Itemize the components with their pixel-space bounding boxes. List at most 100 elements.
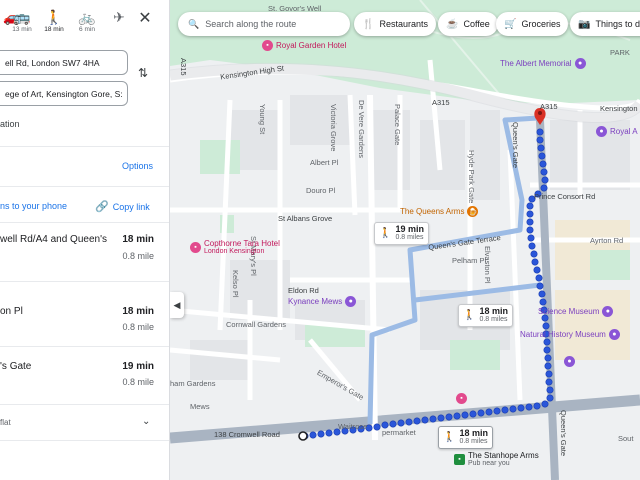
route-option-2[interactable]: on Pl 18 min 0.8 mile <box>0 306 169 346</box>
mode-flights[interactable]: ✈ <box>105 8 133 26</box>
poi-label: Royal A <box>610 127 638 136</box>
poi-queens-arms[interactable]: The Queens Arms 🍺 <box>400 206 479 217</box>
chip-groceries[interactable]: 🛒 Groceries <box>496 12 569 36</box>
mode-label: 13 min <box>12 26 32 33</box>
route-box-alt-2[interactable]: 🚶 18 min 0.8 miles <box>458 304 513 328</box>
label-hyde-park-gate: Hyde Park Gate <box>467 150 476 204</box>
label-albert-pl: Albert Pl <box>310 158 339 167</box>
copy-link-button[interactable]: 🔗 Copy link <box>95 200 150 213</box>
label-cromwell-road: 138 Cromwell Road <box>214 430 280 439</box>
label-ham-gardens: ham Gardens <box>170 379 216 388</box>
route-box-time: 18 min <box>459 428 488 438</box>
block <box>290 95 350 145</box>
destination-value: ege of Art, Kensington Gore, S: <box>5 88 123 99</box>
cart-icon: 🛒 <box>504 18 517 30</box>
route-box-alt-1[interactable]: 🚶 19 min 0.8 miles <box>374 222 429 246</box>
pub-icon: 🍺 <box>467 206 479 217</box>
route-name: well Rd/A4 and Queen's <box>0 234 107 245</box>
origin-input[interactable]: ell Rd, London SW7 4HA <box>0 50 128 75</box>
walk-icon: 🚶 <box>379 228 392 240</box>
landmark-icon: ● <box>596 126 607 137</box>
poi-hotel-pin[interactable]: ▪ <box>456 393 467 404</box>
expand-steps-button[interactable]: ⌄ <box>142 416 150 427</box>
swap-button[interactable]: ⇅ <box>138 66 148 80</box>
poi-albert-memorial[interactable]: The Albert Memorial ● <box>500 58 586 69</box>
mode-transit[interactable]: 🚌 13 min <box>8 8 36 33</box>
label-queens-gate-lower: Queen's Gate <box>559 410 568 457</box>
divider <box>0 186 169 187</box>
label-supermarket: permarket <box>382 428 416 437</box>
search-along-route[interactable]: 🔍 Search along the route <box>178 12 350 36</box>
poi-label: Royal Garden Hotel <box>276 41 347 50</box>
origin-marker <box>298 431 308 441</box>
link-icon: 🔗 <box>95 201 109 213</box>
route-time: 19 min <box>122 361 154 372</box>
route-distance: 0.8 mile <box>122 322 154 332</box>
poi-royal-garden-hotel[interactable]: ▪ Royal Garden Hotel <box>262 40 346 51</box>
chip-label: Coffee <box>463 19 490 29</box>
swap-icon: ⇅ <box>138 66 149 80</box>
origin-value: ell Rd, London SW7 4HA <box>5 57 100 68</box>
search-icon: 🔍 <box>188 18 200 29</box>
label-de-vere: De Vere Gardens <box>357 100 366 158</box>
close-directions-button[interactable]: ✕ <box>136 8 154 28</box>
block <box>370 110 410 190</box>
poi-royal-albert[interactable]: ● Royal A <box>596 126 638 137</box>
chip-things-to-do[interactable]: 📷 Things to do <box>570 12 640 36</box>
mode-walking[interactable]: 🚶 18 min <box>40 6 68 33</box>
chip-label: Groceries <box>521 19 561 29</box>
mode-label: 6 min <box>79 26 95 33</box>
label-eldon: Eldon Rd <box>288 286 319 295</box>
label-waitrose: Waitrose <box>338 422 368 431</box>
hotel-icon: ▪ <box>262 40 273 51</box>
label-south: Sout <box>618 434 634 443</box>
chip-restaurants[interactable]: 🍴 Restaurants <box>354 12 436 36</box>
label-a315-top: A315 <box>540 102 558 111</box>
route-box-selected[interactable]: 🚶 18 min 0.8 miles <box>438 426 493 450</box>
label-palace-gate: Palace Gate <box>393 104 402 146</box>
divider <box>0 440 169 441</box>
pub-icon: ▪ <box>454 454 465 466</box>
send-to-phone-link[interactable]: ns to your phone <box>0 201 67 211</box>
block <box>190 340 250 380</box>
options-button[interactable]: Options <box>122 161 153 171</box>
poi-museum-pin[interactable]: ● <box>564 356 575 367</box>
museum-icon: ● <box>564 356 575 367</box>
green-square <box>590 250 630 280</box>
steps-summary: flat <box>0 418 11 427</box>
poi-copthorne[interactable]: ▪ Copthorne Tara Hotel London Kensington <box>190 239 280 256</box>
add-destination-link[interactable]: ation <box>0 119 20 129</box>
label-elvaston: Elvaston Pl <box>483 246 492 284</box>
label-park: PARK <box>610 48 630 57</box>
close-icon: ✕ <box>138 10 152 27</box>
route-box-distance: 0.8 miles <box>395 234 424 241</box>
label-young-st: Young St <box>258 104 267 135</box>
mode-label: 18 min <box>44 26 64 33</box>
route-box-time: 19 min <box>395 224 424 234</box>
divider <box>0 222 169 223</box>
collapse-panel-button[interactable]: ◀ <box>170 292 184 318</box>
label-mews: Mews <box>190 402 210 411</box>
copy-link-label: Copy link <box>112 201 150 212</box>
poi-stanhope-arms[interactable]: ▪ The Stanhope Arms Pub near you <box>454 451 539 468</box>
route-option-3[interactable]: 's Gate 19 min 0.8 mile <box>0 361 169 401</box>
label-ayrton: Ayrton Rd <box>590 236 624 245</box>
poi-natural-history[interactable]: Natural History Museum ● <box>520 329 620 340</box>
route-name: 's Gate <box>0 361 32 372</box>
route-option-1[interactable]: well Rd/A4 and Queen's 18 min 0.8 mile <box>0 234 169 284</box>
poi-label: Science Museum <box>538 307 600 316</box>
landmark-icon: ● <box>574 58 586 69</box>
chevron-left-icon: ◀ <box>173 299 181 310</box>
block <box>420 120 465 190</box>
search-placeholder: Search along the route <box>205 19 297 29</box>
route-box-distance: 0.8 miles <box>479 316 508 323</box>
label-kensington-road: Kensington <box>600 104 638 113</box>
flight-icon: ✈ <box>113 9 125 25</box>
label-victoria-grove: Victoria Grove <box>329 104 338 152</box>
poi-science-museum[interactable]: Science Museum ● <box>538 306 614 317</box>
destination-input[interactable]: ege of Art, Kensington Gore, S: <box>0 81 128 106</box>
poi-kynance-mews[interactable]: Kynance Mews ● <box>288 296 357 307</box>
map-view[interactable]: St. Govor's Well PARK Kensington High St… <box>170 0 640 480</box>
chip-coffee[interactable]: ☕ Coffee <box>438 12 498 36</box>
mode-cycling[interactable]: 🚲 6 min <box>73 8 101 33</box>
